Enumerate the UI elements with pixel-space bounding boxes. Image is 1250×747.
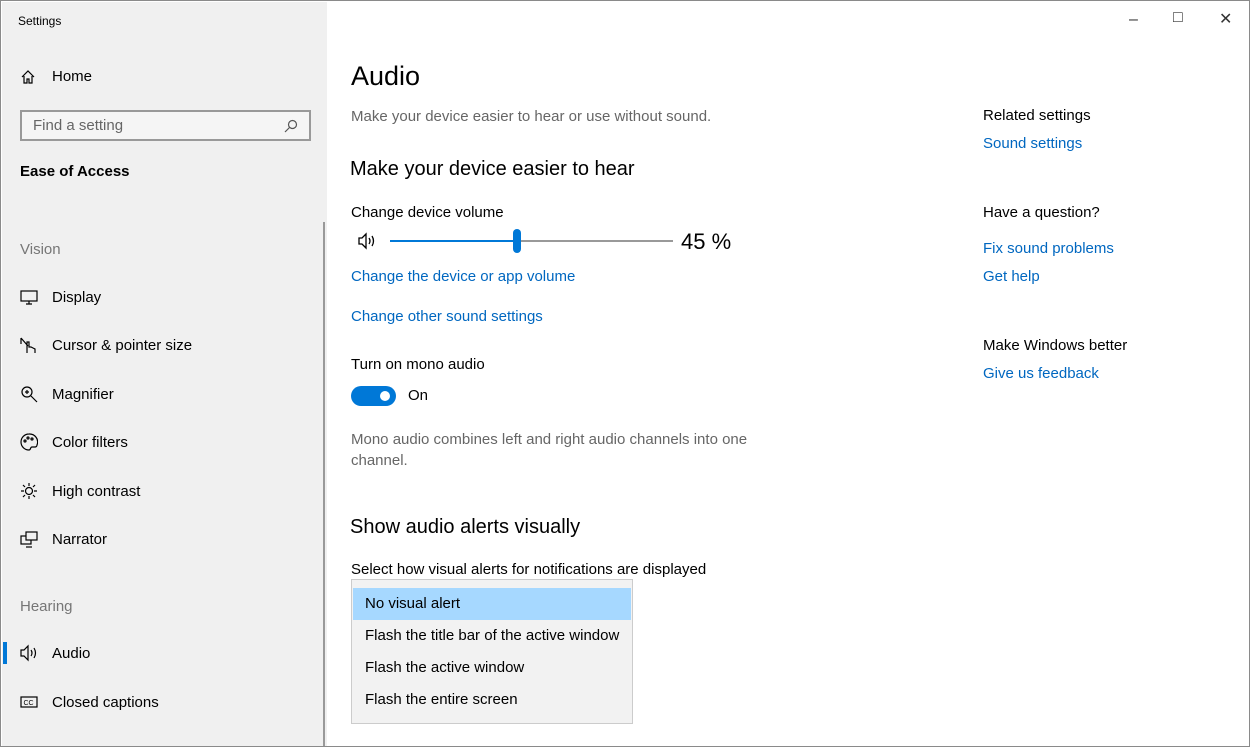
home-label: Home — [52, 68, 93, 85]
search-input[interactable]: Find a setting — [20, 110, 311, 141]
item-label: Closed captions — [52, 693, 159, 711]
app-volume-link[interactable]: Change the device or app volume — [351, 268, 575, 285]
volume-slider[interactable] — [390, 229, 673, 253]
mono-audio-description: Mono audio combines left and right audio… — [351, 431, 748, 469]
sound-settings-link[interactable]: Sound settings — [983, 135, 1082, 152]
sun-icon — [21, 483, 37, 499]
volume-value: 45 % — [681, 229, 732, 254]
speaker-icon — [20, 644, 37, 662]
option-no-visual-alert[interactable]: No visual alert — [353, 588, 631, 620]
mono-audio-label: Turn on mono audio — [351, 356, 485, 373]
volume-label: Change device volume — [351, 204, 504, 221]
sidebar-item-display[interactable]: Display — [20, 288, 101, 306]
item-label: Audio — [52, 644, 91, 662]
minimize-button[interactable]: – — [1129, 11, 1138, 29]
sidebar-home[interactable]: Home — [20, 68, 92, 85]
sidebar-item-closed-captions[interactable]: CC Closed captions — [20, 693, 159, 711]
item-label: High contrast — [52, 482, 141, 500]
item-label: Cursor & pointer size — [52, 336, 193, 354]
hear-heading: Make your device easier to hear — [350, 158, 635, 180]
item-label: Display — [52, 288, 102, 306]
settings-window: Settings Home Find a setting Ease of Acc… — [0, 0, 1250, 747]
home-icon — [21, 69, 35, 84]
visual-alert-dropdown[interactable]: No visual alert Flash the title bar of t… — [351, 579, 633, 724]
fix-sound-link[interactable]: Fix sound problems — [983, 240, 1114, 257]
search-icon[interactable] — [284, 119, 298, 133]
group-vision: Vision — [20, 241, 61, 258]
other-sound-link[interactable]: Change other sound settings — [351, 308, 543, 325]
sidebar-item-audio[interactable]: Audio — [20, 644, 90, 662]
cc-icon: CC — [20, 696, 38, 708]
related-heading: Related settings — [983, 107, 1091, 124]
sidebar-item-narrator[interactable]: Narrator — [20, 530, 107, 548]
magnifier-icon — [21, 386, 38, 403]
item-label: Narrator — [52, 530, 108, 548]
option-flash-title-bar[interactable]: Flash the title bar of the active window — [353, 620, 631, 652]
display-icon — [20, 290, 38, 305]
close-button[interactable]: ✕ — [1219, 9, 1232, 29]
alerts-heading: Show audio alerts visually — [350, 516, 581, 538]
sidebar-item-cursor[interactable]: Cursor & pointer size — [20, 336, 192, 354]
item-label: Color filters — [52, 433, 128, 451]
sidebar-item-color-filters[interactable]: Color filters — [20, 433, 128, 451]
alerts-label: Select how visual alerts for notificatio… — [351, 561, 707, 578]
option-flash-entire-screen[interactable]: Flash the entire screen — [353, 684, 631, 716]
category-heading: Ease of Access — [20, 163, 130, 180]
palette-icon — [20, 433, 38, 451]
page-title: Audio — [351, 61, 421, 91]
narrator-icon — [20, 531, 38, 548]
speaker-icon[interactable] — [358, 232, 378, 250]
app-title: Settings — [18, 14, 62, 28]
feedback-link[interactable]: Give us feedback — [983, 365, 1099, 382]
maximize-button[interactable]: □ — [1173, 9, 1183, 27]
group-hearing: Hearing — [20, 598, 73, 615]
sidebar: Settings Home Find a setting Ease of Acc… — [2, 2, 327, 746]
cursor-icon — [20, 337, 36, 353]
get-help-link[interactable]: Get help — [983, 268, 1040, 285]
search-placeholder: Find a setting — [33, 117, 124, 134]
sidebar-item-magnifier[interactable]: Magnifier — [20, 385, 114, 403]
volume-slider-thumb[interactable] — [513, 229, 522, 253]
question-heading: Have a question? — [983, 204, 1100, 221]
mono-audio-toggle[interactable] — [351, 386, 396, 406]
volume-slider-fill — [390, 240, 518, 242]
mono-audio-state: On — [408, 387, 429, 404]
better-heading: Make Windows better — [983, 337, 1128, 354]
page-subtitle: Make your device easier to hear or use w… — [351, 108, 712, 125]
selected-indicator — [3, 642, 7, 664]
item-label: Magnifier — [52, 385, 114, 403]
option-flash-active-window[interactable]: Flash the active window — [353, 652, 631, 684]
sidebar-item-high-contrast[interactable]: High contrast — [20, 482, 140, 500]
sidebar-scrollbar[interactable] — [323, 222, 325, 746]
svg-text:CC: CC — [24, 700, 34, 707]
